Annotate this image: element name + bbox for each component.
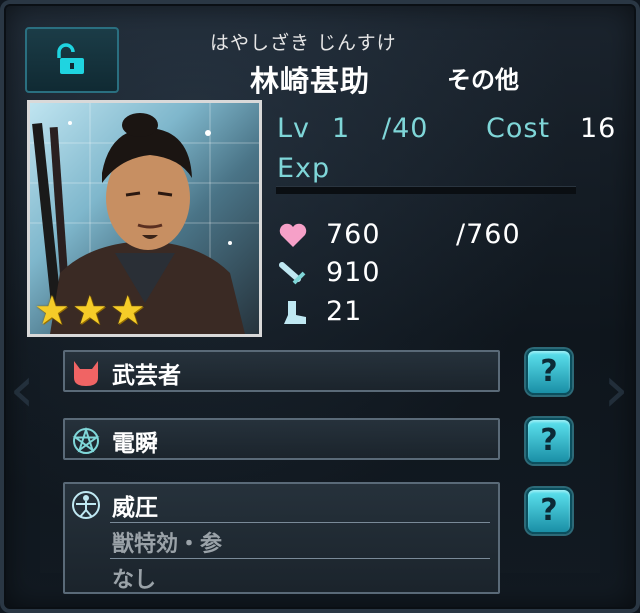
skill-2-help-button[interactable]: ? xyxy=(526,418,572,464)
divider xyxy=(110,522,490,523)
star-icon: ★ xyxy=(34,288,70,334)
character-portrait: ★ ★ ★ xyxy=(27,100,262,337)
skill-name: 武芸者 xyxy=(112,363,181,389)
demon-helmet-icon xyxy=(74,361,98,386)
skill-row-3[interactable]: 威圧 獣特効・参 なし xyxy=(63,482,500,594)
character-category: その他 xyxy=(447,66,519,94)
level-value: 1 xyxy=(332,113,351,144)
sword-icon xyxy=(279,262,306,285)
next-arrow-icon[interactable]: › xyxy=(598,355,634,425)
skill-name: 威圧 xyxy=(112,495,158,521)
skill-name: 電瞬 xyxy=(112,431,158,457)
skill-3-help-button[interactable]: ? xyxy=(526,488,572,534)
star-icon: ★ xyxy=(109,288,146,334)
hp-max: /760 xyxy=(456,219,521,250)
skill-row-2[interactable]: 電瞬 xyxy=(63,418,500,460)
skill-sub-effect: 獣特効・参 xyxy=(112,532,223,557)
boot-icon xyxy=(284,301,306,324)
star-icon: ★ xyxy=(71,288,108,334)
cost-value: 16 xyxy=(580,113,617,144)
rarity-stars: ★ ★ ★ xyxy=(34,290,146,332)
character-name: 林崎甚助 xyxy=(250,64,371,98)
name-reading: はやしざき じんすけ xyxy=(210,32,397,54)
exp-label: Exp xyxy=(277,153,331,184)
skill-row-1[interactable]: 武芸者 xyxy=(63,350,500,392)
unlock-icon xyxy=(57,43,84,74)
skill-1-help-button[interactable]: ? xyxy=(526,349,572,395)
exp-bar xyxy=(276,186,576,194)
attack-value: 910 xyxy=(326,257,381,288)
divider xyxy=(110,558,490,559)
pentagram-icon xyxy=(72,426,100,454)
heart-icon xyxy=(279,223,307,247)
hp-current: 760 xyxy=(326,219,381,250)
level-max: /40 xyxy=(382,113,429,144)
cost-label: Cost xyxy=(486,113,551,144)
speed-value: 21 xyxy=(326,296,363,327)
skill-sub-effect: なし xyxy=(112,568,157,593)
prev-arrow-icon[interactable]: ‹ xyxy=(4,355,40,425)
level-label: Lv xyxy=(277,113,311,144)
vitruvian-icon xyxy=(72,491,100,519)
lock-toggle-button[interactable] xyxy=(25,27,119,93)
